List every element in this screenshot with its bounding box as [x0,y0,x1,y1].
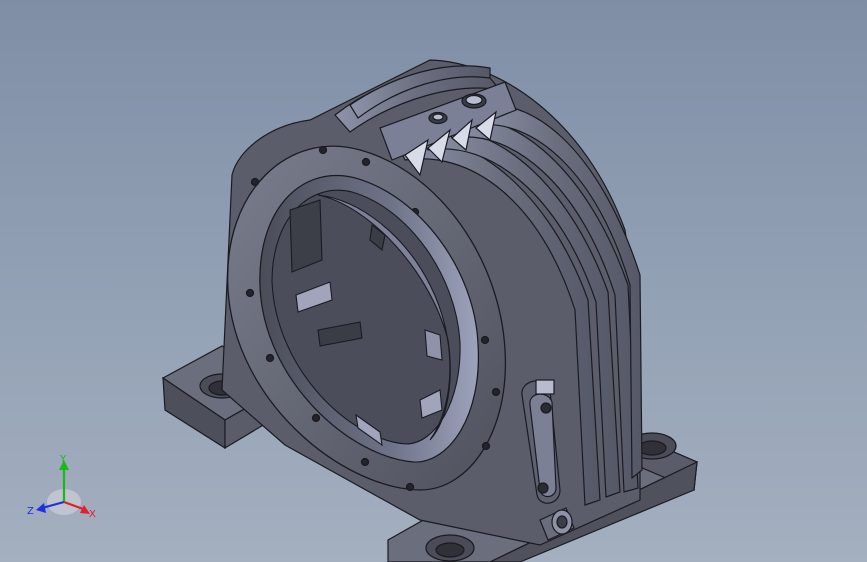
z-axis-arrow [36,503,46,513]
view-triad: Y X Z [27,454,96,520]
triad-x-label: X [89,509,96,520]
triad-y-label: Y [59,454,67,465]
graphics-viewport[interactable]: Y X Z [0,0,867,562]
triad-z-label: Z [27,506,34,517]
